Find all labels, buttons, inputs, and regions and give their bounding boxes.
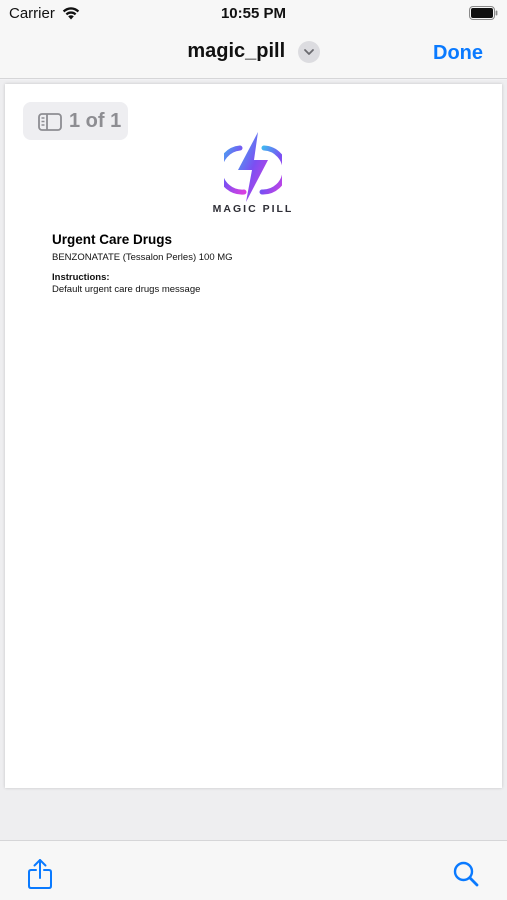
share-icon[interactable] — [27, 858, 53, 890]
drug-line: BENZONATATE (Tessalon Perles) 100 MG — [52, 252, 233, 263]
page-count-label: 1 of 1 — [69, 110, 122, 132]
document-heading: Urgent Care Drugs — [52, 232, 173, 247]
navigation-bar: magic_pill Done — [0, 30, 507, 79]
bottom-toolbar — [0, 840, 507, 900]
page-counter[interactable]: 1 of 1 — [23, 102, 128, 140]
done-button[interactable]: Done — [433, 42, 483, 65]
instructions-text: Default urgent care drugs message — [52, 284, 201, 295]
battery-full-icon — [469, 6, 498, 20]
clock: 10:55 PM — [220, 5, 287, 22]
magic-pill-logo-icon — [224, 132, 282, 202]
instructions-label: Instructions: — [52, 272, 110, 283]
status-bar: Carrier 10:55 PM — [0, 0, 507, 30]
chevron-down-circle-icon[interactable] — [297, 40, 320, 63]
search-icon[interactable] — [452, 860, 480, 888]
sidebar-icon — [38, 113, 62, 131]
document-title[interactable]: magic_pill — [187, 40, 285, 63]
logo-wordmark: MAGIC PILL — [212, 203, 294, 215]
title-wrapper: magic_pill — [0, 40, 507, 63]
